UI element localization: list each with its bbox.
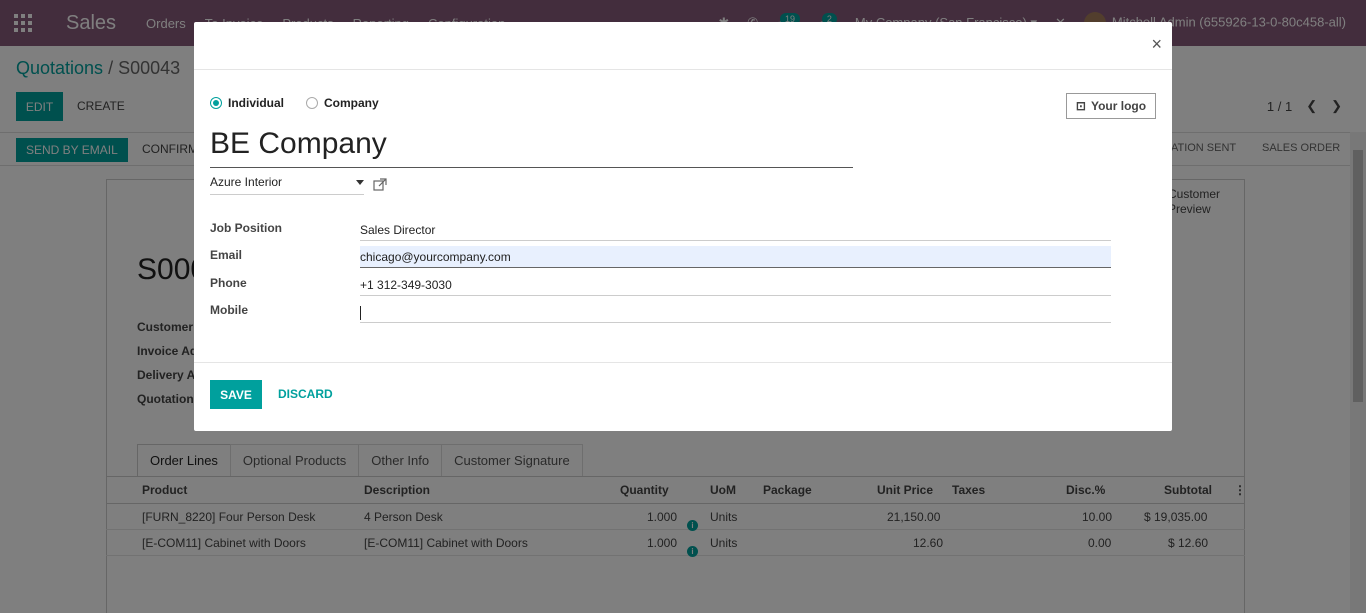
parent-company-select[interactable]: Azure Interior xyxy=(210,175,364,195)
company-radio[interactable] xyxy=(306,97,319,109)
external-link-icon[interactable] xyxy=(373,178,387,192)
logo-label: Your logo xyxy=(1090,99,1147,113)
discard-button[interactable]: DISCARD xyxy=(278,387,333,401)
upload-logo-button[interactable]: ⊡ Your logo xyxy=(1066,93,1156,119)
dialog-header: × xyxy=(194,22,1172,70)
name-input[interactable]: BE Company xyxy=(210,124,853,168)
mobile-label: Mobile xyxy=(210,303,248,317)
email-input[interactable]: chicago@yourcompany.com xyxy=(360,246,1111,268)
contact-dialog: × Individual Company ⊡ Your logo BE Comp… xyxy=(194,22,1172,431)
dialog-footer: SAVE DISCARD xyxy=(194,362,1172,431)
parent-company-value: Azure Interior xyxy=(210,175,283,189)
text-cursor xyxy=(360,305,361,320)
company-label[interactable]: Company xyxy=(324,96,379,110)
individual-label[interactable]: Individual xyxy=(228,96,284,110)
mobile-input[interactable] xyxy=(360,301,1111,323)
phone-input[interactable]: +1 312-349-3030 xyxy=(360,274,1111,296)
email-label: Email xyxy=(210,248,243,262)
company-type-radio: Individual Company xyxy=(210,96,379,110)
job-position-label: Job Position xyxy=(210,221,282,235)
job-position-input[interactable]: Sales Director xyxy=(360,219,1111,241)
caret-down-icon[interactable] xyxy=(356,180,364,185)
save-button[interactable]: SAVE xyxy=(210,380,262,409)
camera-icon: ⊡ xyxy=(1075,99,1086,113)
individual-radio[interactable] xyxy=(210,97,222,109)
phone-label: Phone xyxy=(210,276,247,290)
close-icon[interactable]: × xyxy=(1151,34,1162,55)
